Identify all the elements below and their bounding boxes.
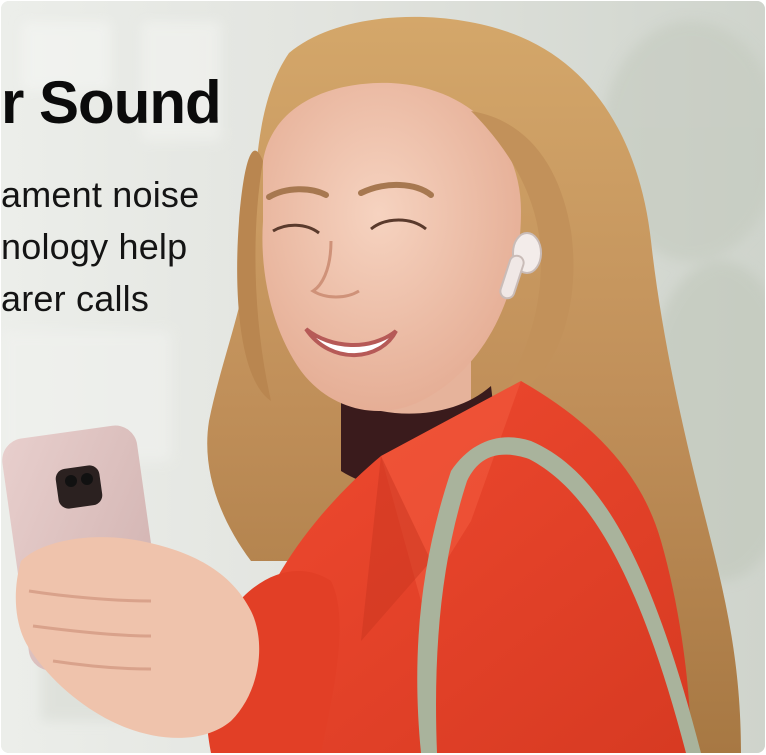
- promo-headline: r Sound: [1, 69, 222, 136]
- promo-body-line: arer calls: [1, 278, 150, 319]
- promo-body-line: ament noise: [1, 174, 200, 215]
- product-banner: r Sound ament noise nology help arer cal…: [1, 1, 765, 753]
- promo-body: ament noise nology help arer calls: [1, 169, 199, 325]
- promo-body-line: nology help: [1, 226, 188, 267]
